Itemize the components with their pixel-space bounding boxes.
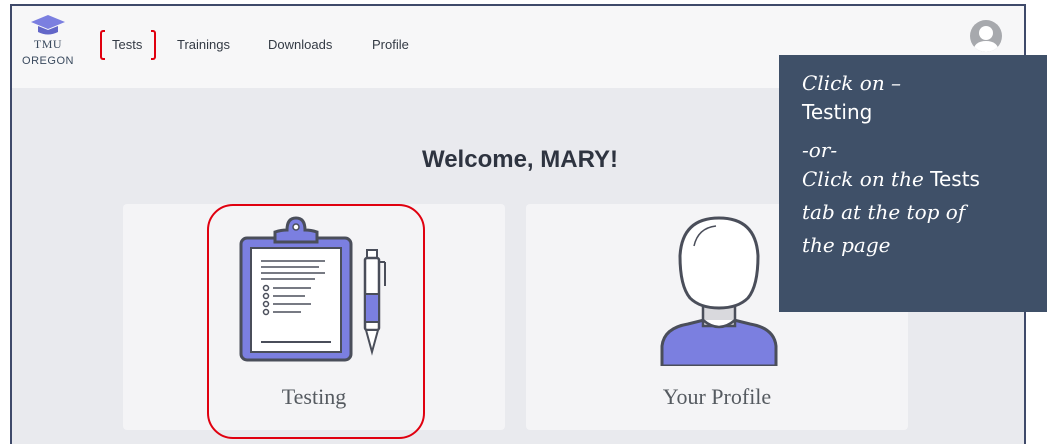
callout-line-4: Click on the Tests	[802, 165, 1047, 194]
nav-tab-tests[interactable]: Tests	[112, 37, 142, 52]
testing-card-label: Testing	[281, 384, 347, 409]
highlight-bracket-left	[100, 30, 105, 60]
nav-tab-trainings[interactable]: Trainings	[177, 37, 230, 52]
callout-line-1: Click on –	[802, 71, 902, 95]
callout-line-2: Testing	[802, 100, 873, 124]
logo[interactable]: TMU OREGON	[22, 14, 74, 67]
callout-line-4a: Click on the	[802, 167, 931, 191]
person-icon	[660, 216, 778, 366]
logo-oregon-text: OREGON	[22, 55, 74, 67]
clipboard-pen-icon	[239, 216, 386, 362]
instruction-callout: Click on – Testing -or- Click on the Tes…	[779, 55, 1047, 312]
logo-tmu-text: TMU	[33, 37, 63, 51]
callout-line-4b: Tests	[930, 167, 980, 191]
graduation-cap-icon	[31, 15, 65, 35]
your-profile-card-label: Your Profile	[662, 384, 772, 409]
testing-card[interactable]: Testing	[123, 204, 505, 430]
nav-tab-downloads[interactable]: Downloads	[268, 37, 332, 52]
highlight-bracket-right	[151, 30, 156, 60]
user-avatar-icon[interactable]	[970, 20, 1002, 52]
callout-line-5: tab at the top of	[802, 200, 966, 224]
callout-line-3: -or-	[802, 138, 838, 162]
nav-tab-profile[interactable]: Profile	[372, 37, 409, 52]
callout-line-6: the page	[802, 233, 891, 257]
